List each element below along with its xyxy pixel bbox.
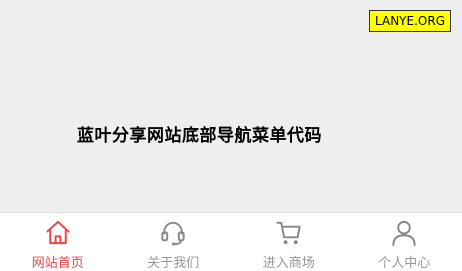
tab-profile-label: 个人中心 xyxy=(378,256,431,271)
user-icon xyxy=(392,220,416,247)
tab-about[interactable]: 关于我们 xyxy=(116,213,232,271)
tab-shop[interactable]: 进入商场 xyxy=(231,213,347,271)
page-headline: 蓝叶分享网站底部导航菜单代码 xyxy=(77,126,322,146)
tab-profile[interactable]: 个人中心 xyxy=(347,213,462,271)
tab-shop-label: 进入商场 xyxy=(262,256,315,271)
tab-about-label: 关于我们 xyxy=(147,256,200,271)
headset-icon xyxy=(161,221,185,246)
cart-icon xyxy=(276,221,301,245)
site-badge[interactable]: LANYE.ORG xyxy=(369,10,451,32)
tab-home[interactable]: 网站首页 xyxy=(0,213,116,271)
bottom-nav-bar: 网站首页 关于我们 进入商场 个人中心 xyxy=(0,212,462,271)
page: LANYE.ORG 蓝叶分享网站底部导航菜单代码 网站首页 关于我们 进入商场 … xyxy=(0,0,462,271)
home-icon xyxy=(46,220,70,245)
tab-home-label: 网站首页 xyxy=(31,256,84,271)
